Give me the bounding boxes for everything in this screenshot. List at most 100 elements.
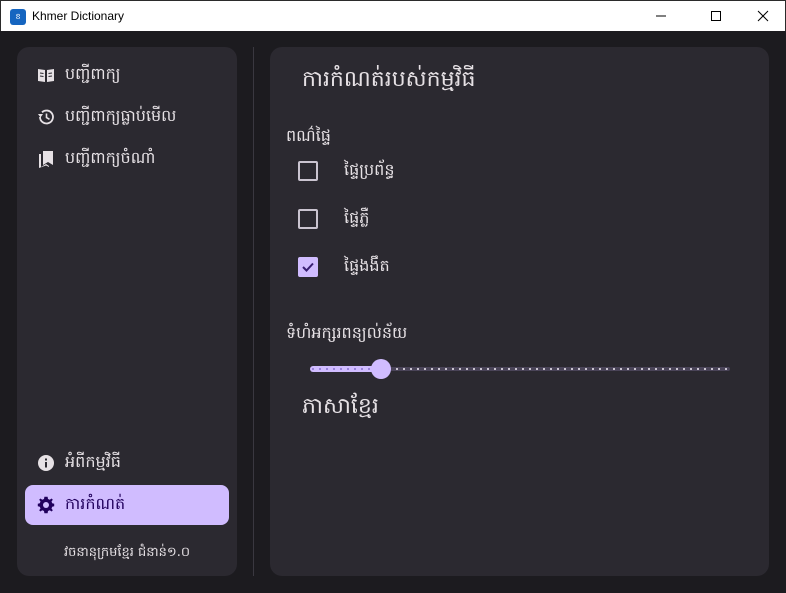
slider-tick	[333, 368, 335, 370]
sidebar: បញ្ជីពាក្យ បញ្ជីពាក្យធ្លាប់មើល បញ្ជីពាក្…	[17, 47, 237, 576]
slider-tick	[459, 368, 461, 370]
minimize-icon	[656, 15, 666, 17]
font-size-label: ទំហំអក្សរពន្យល់ន័យ	[286, 323, 408, 342]
slider-tick	[354, 368, 356, 370]
slider-tick	[431, 368, 433, 370]
theme-option-system[interactable]: ផ្ទៃប្រព័ន្ធ	[298, 159, 394, 183]
slider-tick	[347, 368, 349, 370]
checkbox-label: ផ្ទៃភ្លឺ	[344, 208, 370, 227]
slider-tick	[466, 368, 468, 370]
theme-option-dark[interactable]: ផ្ទៃងងឹត	[298, 255, 390, 279]
sidebar-item-label: បញ្ជីពាក្យចំណាំ	[65, 148, 156, 167]
sidebar-item-about[interactable]: អំពីកម្មវិធី	[25, 443, 229, 483]
close-button[interactable]	[740, 1, 786, 31]
slider-tick	[473, 368, 475, 370]
slider-tick	[592, 368, 594, 370]
maximize-icon	[711, 11, 721, 21]
slider-tick	[340, 368, 342, 370]
checkbox-label: ផ្ទៃងងឹត	[344, 256, 390, 275]
slider-tick	[522, 368, 524, 370]
slider-tick	[396, 368, 398, 370]
slider-tick	[690, 368, 692, 370]
slider-tick	[620, 368, 622, 370]
checkbox-label: ផ្ទៃប្រព័ន្ធ	[344, 160, 395, 179]
slider-tick	[557, 368, 559, 370]
slider-tick	[704, 368, 706, 370]
slider-tick	[683, 368, 685, 370]
slider-tick	[438, 368, 440, 370]
bookmarks-icon	[37, 150, 55, 168]
theme-section-label: ពណ៌ផ្ទៃ	[286, 126, 331, 145]
slider-tick	[445, 368, 447, 370]
theme-option-light[interactable]: ផ្ទៃភ្លឺ	[298, 207, 369, 231]
slider-tick	[543, 368, 545, 370]
slider-tick	[550, 368, 552, 370]
slider-tick	[361, 368, 363, 370]
slider-tick	[417, 368, 419, 370]
slider-tick	[501, 368, 503, 370]
font-preview-text: ភាសាខ្មែរ	[302, 394, 379, 419]
slider-tick	[676, 368, 678, 370]
slider-tick	[697, 368, 699, 370]
sidebar-item-word-list[interactable]: បញ្ជីពាក្យ	[25, 55, 229, 95]
sidebar-item-bookmarks[interactable]: បញ្ជីពាក្យចំណាំ	[25, 139, 229, 179]
slider-tick	[648, 368, 650, 370]
app-icon: ខ	[10, 9, 26, 25]
page-title: ការកំណត់របស់កម្មវិធី	[302, 67, 476, 92]
slider-tick	[585, 368, 587, 370]
window-titlebar: ខ Khmer Dictionary	[0, 0, 786, 31]
slider-tick	[319, 368, 321, 370]
slider-tick	[480, 368, 482, 370]
slider-tick	[410, 368, 412, 370]
slider-tick	[536, 368, 538, 370]
slider-tick	[634, 368, 636, 370]
history-icon	[37, 108, 55, 126]
slider-tick	[711, 368, 713, 370]
slider-tick	[487, 368, 489, 370]
slider-thumb[interactable]	[371, 359, 391, 379]
slider-tick	[578, 368, 580, 370]
sidebar-item-label: បញ្ជីពាក្យធ្លាប់មើល	[65, 106, 177, 125]
slider-tick	[725, 368, 727, 370]
slider-tick	[718, 368, 720, 370]
slider-tick	[655, 368, 657, 370]
slider-tick	[403, 368, 405, 370]
sidebar-item-label: ការកំណត់	[65, 494, 126, 513]
slider-tick	[368, 368, 370, 370]
version-label: វចនានុក្រមខ្មែរ ជំនាន់១.០	[63, 545, 191, 560]
checkbox[interactable]	[298, 161, 318, 181]
app-body: បញ្ជីពាក្យ បញ្ជីពាក្យធ្លាប់មើល បញ្ជីពាក្…	[1, 31, 785, 592]
sidebar-item-label: បញ្ជីពាក្យ	[65, 64, 121, 83]
slider-tick	[515, 368, 517, 370]
slider-tick	[564, 368, 566, 370]
settings-panel: ការកំណត់របស់កម្មវិធី ពណ៌ផ្ទៃ ផ្ទៃប្រព័ន្…	[270, 47, 769, 576]
close-icon	[757, 10, 769, 22]
slider-tick	[571, 368, 573, 370]
sidebar-item-label: អំពីកម្មវិធី	[65, 452, 121, 471]
slider-tick	[326, 368, 328, 370]
slider-tick	[452, 368, 454, 370]
slider-tick	[641, 368, 643, 370]
gear-icon	[37, 496, 55, 514]
slider-tick	[662, 368, 664, 370]
slider-tick	[312, 368, 314, 370]
slider-tick	[529, 368, 531, 370]
sidebar-item-settings[interactable]: ការកំណត់	[25, 485, 229, 525]
font-size-slider[interactable]	[310, 357, 730, 381]
check-icon	[302, 262, 314, 272]
minimize-button[interactable]	[638, 1, 684, 31]
sidebar-divider	[253, 47, 254, 576]
checkbox-checked[interactable]	[298, 257, 318, 277]
sidebar-item-history[interactable]: បញ្ជីពាក្យធ្លាប់មើល	[25, 97, 229, 137]
slider-tick	[627, 368, 629, 370]
slider-tick	[613, 368, 615, 370]
info-icon	[37, 454, 55, 472]
slider-tick	[669, 368, 671, 370]
slider-tick	[424, 368, 426, 370]
slider-tick	[508, 368, 510, 370]
maximize-button[interactable]	[693, 1, 739, 31]
slider-tick	[606, 368, 608, 370]
book-open-icon	[37, 66, 55, 84]
checkbox[interactable]	[298, 209, 318, 229]
slider-tick	[494, 368, 496, 370]
